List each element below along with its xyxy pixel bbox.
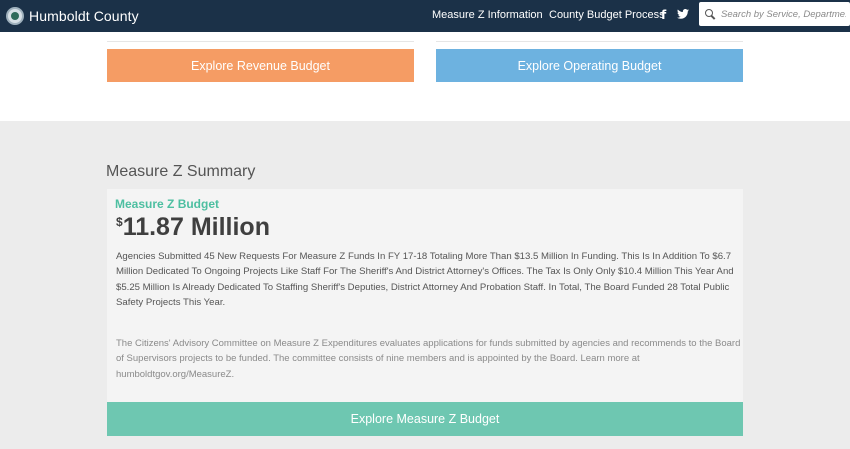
nav-county-budget-process[interactable]: County Budget Process	[549, 9, 665, 21]
search-icon	[705, 9, 715, 19]
search-box[interactable]	[699, 2, 850, 26]
operating-card	[436, 32, 743, 42]
budget-label: Measure Z Budget	[115, 197, 220, 211]
explore-measure-z-budget-button[interactable]: Explore Measure Z Budget	[107, 402, 743, 436]
nav-measure-z-information[interactable]: Measure Z Information	[432, 9, 543, 21]
brand-link[interactable]: Humboldt County	[6, 6, 139, 26]
committee-note: The Citizens' Advisory Committee on Meas…	[116, 338, 741, 380]
twitter-icon[interactable]	[677, 8, 689, 22]
revenue-card	[107, 32, 414, 42]
explore-revenue-budget-button[interactable]: Explore Revenue Budget	[107, 49, 414, 82]
summary-description: Agencies Submitted 45 New Requests For M…	[116, 251, 734, 308]
facebook-icon[interactable]: f	[661, 8, 666, 22]
brand-name: Humboldt County	[29, 8, 139, 24]
amount-value: 11.87 Million	[122, 213, 270, 241]
budget-amount: $11.87 Million	[116, 213, 270, 242]
currency-symbol: $	[116, 215, 123, 229]
section-title: Measure Z Summary	[106, 163, 256, 180]
explore-operating-budget-button[interactable]: Explore Operating Budget	[436, 49, 743, 82]
county-seal-icon	[6, 7, 24, 25]
top-navigation-bar: Humboldt County Measure Z Information Co…	[0, 0, 850, 32]
search-input[interactable]	[721, 8, 846, 20]
